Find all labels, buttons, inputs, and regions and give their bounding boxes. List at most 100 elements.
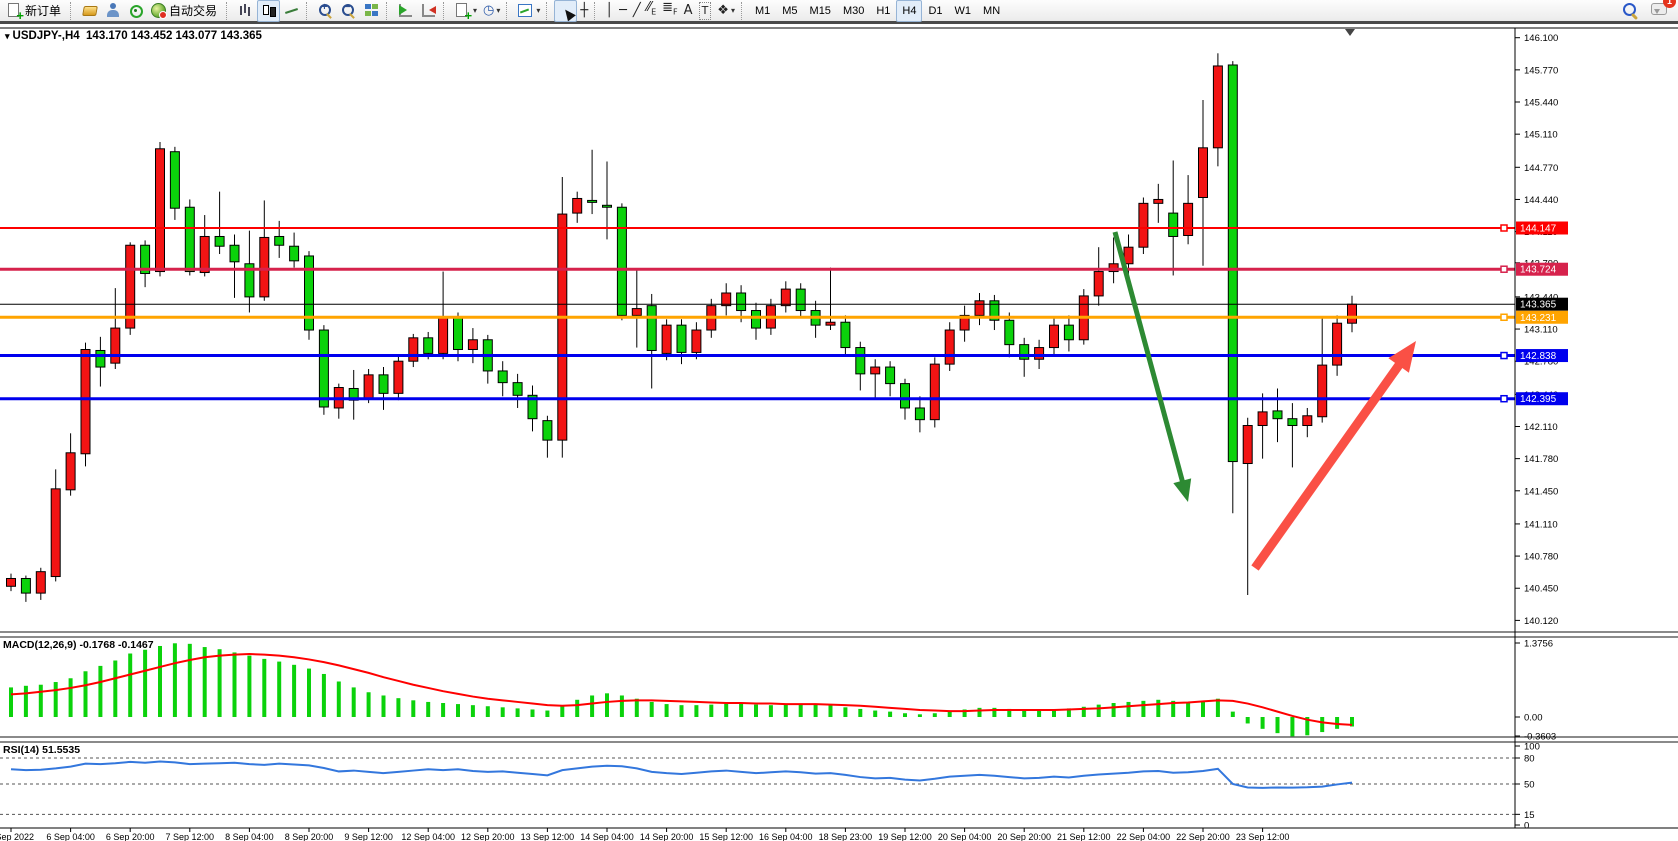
vertical-line-button[interactable]: │: [602, 0, 616, 22]
tf-h4-label: H4: [902, 5, 916, 17]
svg-text:6 Sep 04:00: 6 Sep 04:00: [46, 832, 95, 841]
indicators-button[interactable]: ▾: [451, 0, 480, 22]
svg-text:145.770: 145.770: [1524, 65, 1558, 76]
toolbar-separator: [741, 2, 746, 20]
toolbar-separator: [594, 2, 599, 20]
svg-text:12 Sep 20:00: 12 Sep 20:00: [461, 832, 515, 841]
svg-text:18 Sep 23:00: 18 Sep 23:00: [819, 832, 873, 841]
periods-icon: ◷: [483, 3, 494, 19]
text-icon: A: [684, 3, 693, 19]
arrows-icon: ❖: [717, 3, 729, 19]
chart-window: ▾USDJPY-,H4 143.170 143.452 143.077 143.…: [0, 27, 1678, 841]
svg-text:140.780: 140.780: [1524, 552, 1558, 563]
chart-title: ▾USDJPY-,H4 143.170 143.452 143.077 143.…: [5, 30, 262, 42]
bar-chart-button[interactable]: [234, 0, 257, 22]
crosshair-icon: ┼: [580, 3, 588, 19]
tf-h4-button[interactable]: H4: [896, 0, 922, 22]
zoom-out-button[interactable]: [337, 0, 360, 22]
tile-windows-icon: [363, 2, 380, 19]
periods-caret-icon[interactable]: ▾: [496, 6, 500, 15]
text-button[interactable]: A: [681, 0, 696, 22]
svg-text:13 Sep 12:00: 13 Sep 12:00: [521, 832, 575, 841]
community-icon: [104, 2, 121, 19]
svg-text:22 Sep 20:00: 22 Sep 20:00: [1176, 832, 1230, 841]
arrows-button[interactable]: ❖▾: [714, 0, 738, 22]
tf-m5-button[interactable]: M5: [776, 0, 803, 22]
tf-w1-label: W1: [955, 5, 972, 17]
auto-trading-button[interactable]: 自动交易: [147, 0, 223, 22]
symbol-period-label: USDJPY-,H4: [13, 30, 80, 42]
equidistant-channel-icon: ⁄⁄E: [647, 0, 656, 21]
toolbar-group-scroll: [394, 0, 440, 22]
svg-text:50: 50: [1524, 780, 1535, 791]
indicators-caret-icon[interactable]: ▾: [473, 6, 477, 15]
horizontal-line-icon: ─: [619, 3, 627, 19]
new-order-button[interactable]: 新订单: [3, 0, 67, 22]
rsi-name: RSI(14): [3, 744, 39, 756]
svg-text:141.450: 141.450: [1524, 486, 1558, 497]
toolbar-group-insert: ▾◷▾: [451, 0, 503, 22]
toolbar-group-order: 新订单: [3, 0, 67, 22]
svg-text:140.120: 140.120: [1524, 616, 1558, 627]
svg-text:7 Sep 12:00: 7 Sep 12:00: [166, 832, 215, 841]
chart-marker-icon: ▾: [5, 31, 10, 41]
svg-text:141.110: 141.110: [1524, 519, 1558, 530]
community-button[interactable]: [101, 0, 124, 22]
line-chart-button[interactable]: [280, 0, 303, 22]
vertical-line-icon: │: [605, 3, 613, 19]
zoom-out-icon: [340, 2, 357, 19]
tf-m30-button[interactable]: M30: [837, 0, 870, 22]
periods-button[interactable]: ◷▾: [480, 0, 503, 22]
toolbar-group-template: ▾: [514, 0, 543, 22]
arrows-caret-icon[interactable]: ▾: [731, 6, 735, 15]
svg-text:143.110: 143.110: [1524, 325, 1558, 336]
trendline-button[interactable]: ╱: [630, 0, 644, 22]
market-profile-button[interactable]: [78, 0, 101, 22]
svg-text:142.838: 142.838: [1520, 351, 1557, 362]
svg-text:14 Sep 20:00: 14 Sep 20:00: [640, 832, 694, 841]
candlestick-chart-button[interactable]: [257, 0, 280, 22]
tf-h1-button[interactable]: H1: [870, 0, 896, 22]
horizontal-line-button[interactable]: ─: [616, 0, 630, 22]
svg-text:80: 80: [1524, 753, 1535, 764]
toolbar-group-pointer: ┼: [554, 0, 591, 22]
auto-scroll-button[interactable]: [394, 0, 417, 22]
chat-button[interactable]: 1: [1651, 0, 1668, 22]
signals-button[interactable]: [124, 0, 147, 22]
toolbar-separator: [306, 2, 311, 20]
svg-text:21 Sep 12:00: 21 Sep 12:00: [1057, 832, 1111, 841]
svg-text:143.724: 143.724: [1520, 265, 1557, 276]
fibonacci-button[interactable]: ≣F: [659, 0, 681, 22]
rsi-label: RSI(14) 51.5535: [3, 744, 80, 756]
tf-w1-button[interactable]: W1: [949, 0, 978, 22]
tf-d1-label: D1: [928, 5, 942, 17]
crosshair-button[interactable]: ┼: [577, 0, 591, 22]
toolbar-group-services: 自动交易: [78, 0, 223, 22]
search-icon[interactable]: [1622, 2, 1639, 19]
cursor-button[interactable]: [554, 0, 577, 22]
fibonacci-icon: ≣F: [662, 0, 678, 21]
chart-shift-button[interactable]: [417, 0, 440, 22]
toolbar-separator: [506, 2, 511, 20]
tf-m30-label: M30: [843, 5, 864, 17]
tile-windows-button[interactable]: [360, 0, 383, 22]
tf-m15-button[interactable]: M15: [804, 0, 837, 22]
tf-mn-button[interactable]: MN: [977, 0, 1006, 22]
svg-text:14 Sep 04:00: 14 Sep 04:00: [580, 832, 634, 841]
price-chart[interactable]: 146.100145.770145.440145.110144.770144.4…: [0, 27, 1678, 841]
templates-caret-icon[interactable]: ▾: [536, 6, 540, 15]
templates-button[interactable]: ▾: [514, 0, 543, 22]
tf-m1-button[interactable]: M1: [749, 0, 776, 22]
svg-text:0.00: 0.00: [1524, 713, 1543, 724]
toolbar-separator: [443, 2, 448, 20]
equidistant-channel-button[interactable]: ⁄⁄E: [644, 0, 659, 22]
notification-badge: 1: [1663, 0, 1676, 8]
zoom-in-button[interactable]: [314, 0, 337, 22]
svg-text:144.147: 144.147: [1520, 224, 1557, 235]
templates-icon: [517, 2, 534, 19]
macd-label: MACD(12,26,9) -0.1768 -0.1467: [3, 639, 154, 651]
text-label-button[interactable]: T: [696, 0, 715, 22]
tf-d1-button[interactable]: D1: [922, 0, 948, 22]
macd-current-values: -0.1768 -0.1467: [79, 639, 153, 651]
svg-text:100: 100: [1524, 742, 1540, 753]
